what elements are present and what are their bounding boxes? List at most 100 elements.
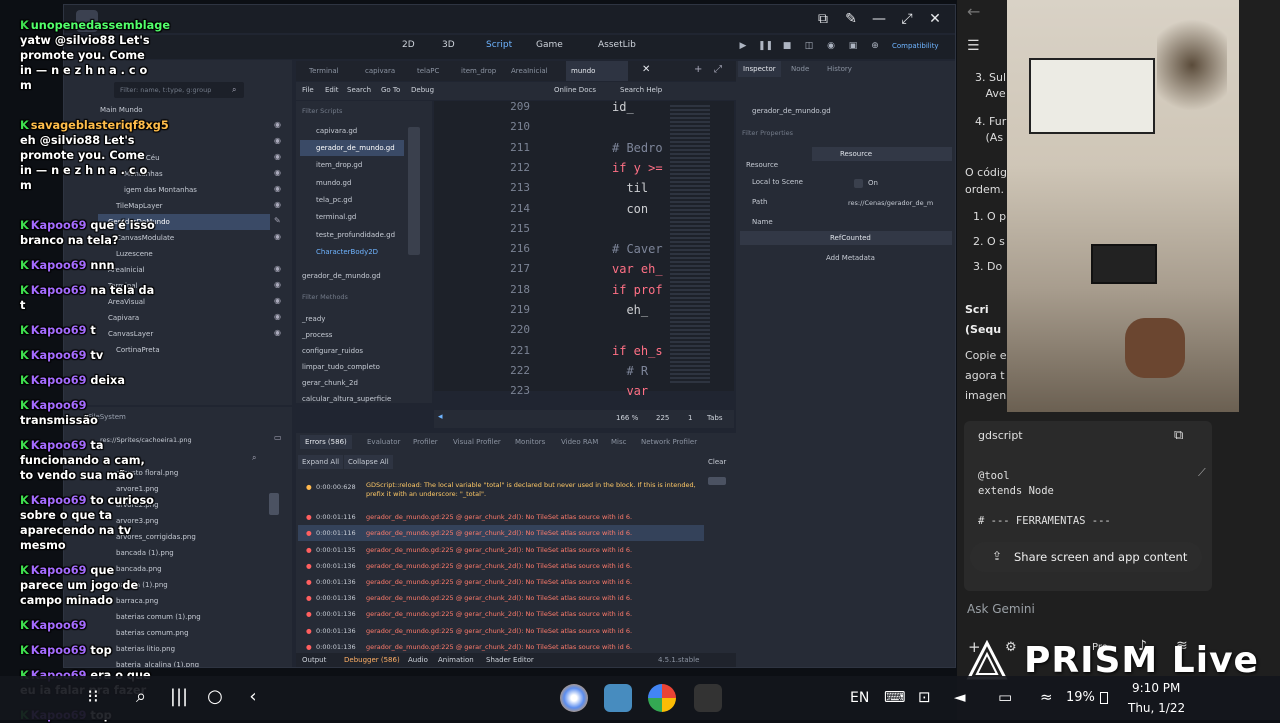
- play-icon[interactable]: ▶: [736, 39, 750, 53]
- pause-icon[interactable]: ❚❚: [758, 39, 773, 53]
- scroll-left-icon[interactable]: ◂: [438, 412, 443, 422]
- code-line[interactable]: 220: [434, 320, 674, 340]
- prism-app-icon[interactable]: [694, 684, 722, 712]
- movie-icon[interactable]: ◉: [824, 39, 838, 53]
- collapse-all-button[interactable]: Collapse All: [344, 455, 393, 469]
- zoom-level[interactable]: 166 %: [616, 414, 638, 422]
- ask-gemini-input[interactable]: Ask Gemini: [967, 602, 1035, 616]
- tab-animation[interactable]: Animation: [438, 656, 474, 664]
- home-icon[interactable]: ○: [200, 686, 230, 707]
- tab-inspector[interactable]: Inspector: [738, 61, 781, 77]
- script-item[interactable]: terminal.gd: [316, 209, 356, 225]
- error-row[interactable]: ● 0:00:01:136 gerador_de_mundo.gd:225 @ ge…: [298, 590, 704, 606]
- visibility-icon[interactable]: ◉: [274, 312, 281, 321]
- tab-errors[interactable]: Errors (586): [300, 435, 352, 449]
- tab-evaluator[interactable]: Evaluator: [362, 435, 405, 449]
- method-item[interactable]: limpar_tudo_completo: [302, 359, 380, 375]
- error-row[interactable]: ● 0:00:01:136 gerador_de_mundo.gd:225 @ ge…: [298, 574, 704, 590]
- error-row[interactable]: ● 0:00:00:628 GDScript::reload: The local …: [298, 479, 704, 498]
- script-item[interactable]: CharacterBody2D: [316, 244, 378, 260]
- gemini-app-icon[interactable]: [560, 684, 588, 712]
- tab-misc[interactable]: Misc: [606, 435, 631, 449]
- visibility-icon[interactable]: ◉: [274, 136, 281, 145]
- error-row[interactable]: ● 0:00:01:116 gerador_de_mundo.gd:225 @ ge…: [298, 525, 704, 542]
- tab-assetlib[interactable]: AssetLib: [598, 40, 636, 50]
- minimize-icon[interactable]: —: [868, 9, 890, 29]
- close-icon[interactable]: ✕: [924, 9, 946, 29]
- screen-icon[interactable]: ⧉: [812, 9, 834, 29]
- search-icon[interactable]: ⌕: [126, 686, 156, 707]
- method-item[interactable]: gerar_chunk_2d: [302, 375, 358, 391]
- add-tab-icon[interactable]: +: [694, 64, 702, 75]
- tab-close-icon[interactable]: ✕: [642, 64, 650, 75]
- script-list-scrollbar[interactable]: [408, 127, 420, 255]
- tab-node[interactable]: Node: [786, 61, 814, 77]
- visibility-icon[interactable]: ◉: [274, 152, 281, 161]
- tab-script[interactable]: Script: [486, 40, 512, 50]
- code-line[interactable]: 213 til: [434, 178, 674, 198]
- stop-icon[interactable]: ■: [780, 39, 794, 53]
- code-line[interactable]: 216 # Caver: [434, 239, 674, 259]
- code-line[interactable]: 210: [434, 117, 674, 137]
- error-row[interactable]: ● 0:00:01:136 gerador_de_mundo.gd:225 @ ge…: [298, 606, 704, 622]
- distraction-free-icon[interactable]: ⤢: [714, 64, 722, 75]
- code-editor[interactable]: 209 id_ 210 211 # Bedro 212 if y >= 213 til 214 …: [434, 100, 734, 398]
- visibility-icon[interactable]: ◉: [274, 120, 281, 129]
- recents-icon[interactable]: |||: [164, 686, 194, 707]
- tab-game[interactable]: Game: [536, 40, 563, 50]
- menu-edit[interactable]: Edit: [325, 86, 339, 94]
- tab-video-ram[interactable]: Video RAM: [556, 435, 603, 449]
- script-tab[interactable]: AreaInicial: [506, 61, 553, 81]
- search-help-button[interactable]: Search Help: [620, 86, 662, 94]
- visibility-icon[interactable]: ◉: [274, 264, 281, 273]
- code-line[interactable]: 211 # Bedro: [434, 138, 674, 158]
- tab-debugger[interactable]: Debugger (586): [344, 656, 400, 664]
- visibility-icon[interactable]: ◉: [274, 168, 281, 177]
- visibility-icon[interactable]: ◉: [274, 232, 281, 241]
- error-row[interactable]: ● 0:00:01:136 gerador_de_mundo.gd:225 @ ge…: [298, 558, 704, 574]
- split-mode-icon[interactable]: ▭: [274, 433, 282, 442]
- code-line[interactable]: 218 if prof: [434, 280, 674, 300]
- renderer-select[interactable]: Compatibility: [892, 42, 939, 50]
- method-item[interactable]: configurar_ruidos: [302, 343, 363, 359]
- share-screen-button[interactable]: ⇪ Share screen and app content: [970, 542, 1202, 572]
- local-to-scene-checkbox[interactable]: [854, 179, 863, 188]
- script-item[interactable]: item_drop.gd: [316, 157, 362, 173]
- tab-history[interactable]: History: [822, 61, 857, 77]
- zoom-icon[interactable]: ⊕: [868, 39, 882, 53]
- script-item[interactable]: teste_profundidade.gd: [316, 227, 395, 243]
- expand-all-button[interactable]: Expand All: [298, 455, 344, 469]
- filter-properties-input[interactable]: Filter Properties: [738, 125, 928, 141]
- menu-icon[interactable]: ☰: [967, 38, 980, 54]
- screen-capture-icon[interactable]: ⊡: [918, 688, 931, 706]
- keyboard-icon[interactable]: ⌨: [884, 688, 906, 706]
- code-minimap[interactable]: [670, 105, 710, 385]
- visibility-icon[interactable]: ◉: [274, 328, 281, 337]
- tab-shader-editor[interactable]: Shader Editor: [486, 656, 534, 664]
- tab-audio[interactable]: Audio: [408, 656, 428, 664]
- godot-app-icon[interactable]: [604, 684, 632, 712]
- maximize-icon[interactable]: ⤢: [896, 9, 918, 29]
- script-item[interactable]: capivara.gd: [316, 123, 357, 139]
- error-scrollbar[interactable]: [708, 477, 726, 485]
- code-line[interactable]: 222 # R: [434, 361, 674, 381]
- method-item[interactable]: calcular_altura_superficie: [302, 391, 391, 407]
- remote-icon[interactable]: ◫: [802, 39, 816, 53]
- menu-search[interactable]: Search: [347, 86, 371, 94]
- code-line[interactable]: 212 if y >=: [434, 158, 674, 178]
- back-icon[interactable]: ‹: [238, 686, 268, 707]
- code-line[interactable]: 219 eh_: [434, 300, 674, 320]
- script-tab[interactable]: item_drop: [456, 61, 501, 81]
- filter-scripts-input[interactable]: Filter Scripts: [298, 103, 430, 119]
- tab-2d[interactable]: 2D: [402, 40, 415, 50]
- tab-output[interactable]: Output: [302, 656, 326, 664]
- copy-icon[interactable]: ⧉: [1174, 428, 1183, 443]
- tab-3d[interactable]: 3D: [442, 40, 455, 50]
- online-docs-button[interactable]: Online Docs: [554, 86, 596, 94]
- code-line[interactable]: 215: [434, 219, 674, 239]
- clear-button[interactable]: Clear: [704, 455, 730, 469]
- error-row[interactable]: ● 0:00:01:135 gerador_de_mundo.gd:225 @ ge…: [298, 542, 704, 558]
- error-row[interactable]: ● 0:00:01:136 gerador_de_mundo.gd:225 @ ge…: [298, 623, 704, 639]
- scene-play-icon[interactable]: ▣: [846, 39, 860, 53]
- script-tab[interactable]: Terminal: [304, 61, 344, 81]
